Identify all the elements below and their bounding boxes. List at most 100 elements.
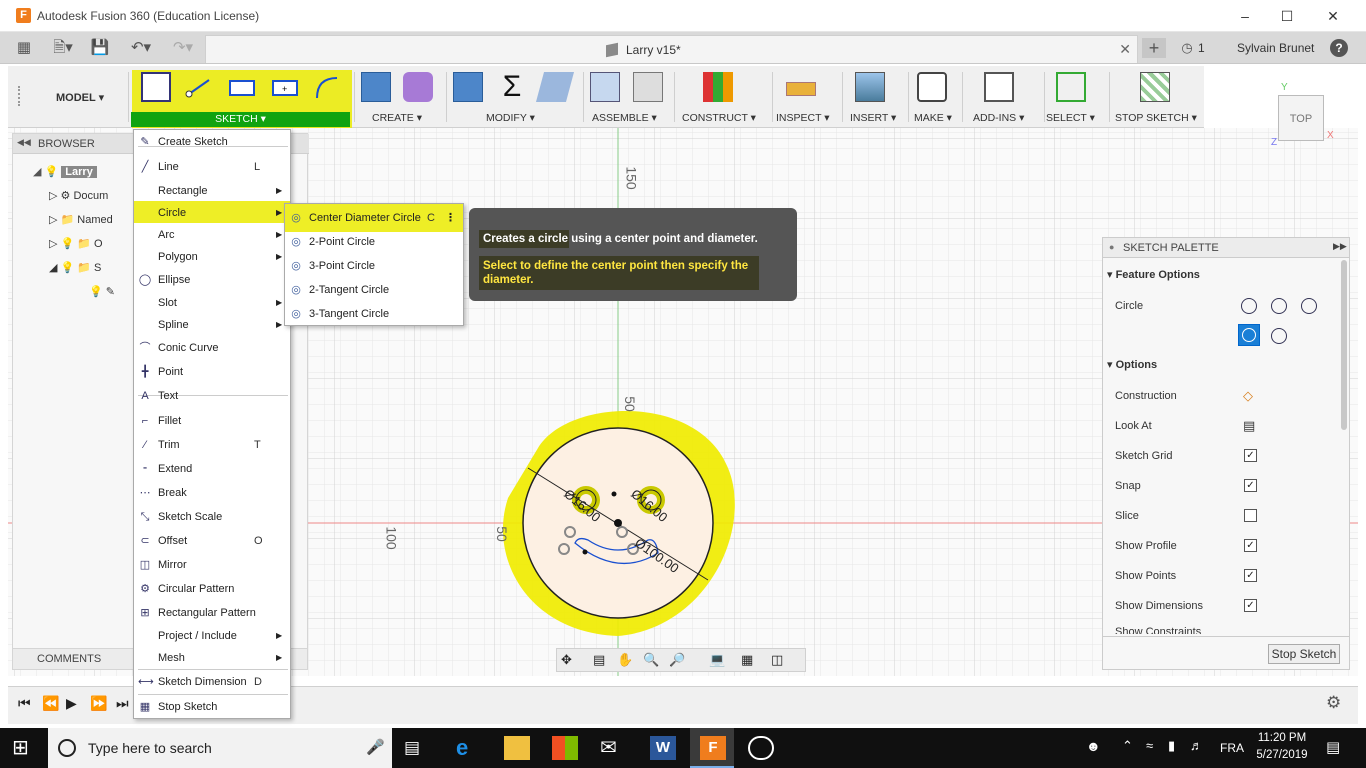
menu-item-mirror[interactable]: ◫ Mirror: [134, 553, 290, 577]
menu-item-sketch-dimension[interactable]: ⟷ Sketch Dimension D: [134, 670, 290, 694]
menu-item-slot[interactable]: Slot ▶: [134, 291, 290, 315]
construct-plane-icon[interactable]: [703, 72, 733, 102]
feature-options-heading[interactable]: ▾ Feature Options: [1107, 268, 1200, 281]
more-options-icon[interactable]: ⋮: [445, 206, 456, 230]
microphone-icon[interactable]: 🎤: [366, 728, 385, 768]
palette-expand-icon[interactable]: ▶▶: [1333, 241, 1347, 252]
menu-item-text[interactable]: A Text: [134, 384, 290, 408]
user-name[interactable]: Sylvain Brunet: [1237, 41, 1314, 55]
make-menu[interactable]: MAKE ▾: [914, 112, 952, 124]
menu-item-project-include[interactable]: Project / Include ▶: [134, 624, 290, 648]
palette-scrollbar[interactable]: [1341, 260, 1347, 430]
clock-time[interactable]: 11:20 PM: [1256, 732, 1308, 744]
scripts-addins-icon[interactable]: [984, 72, 1014, 102]
photos-app-icon[interactable]: [748, 736, 774, 760]
orbit-icon[interactable]: ✥: [561, 652, 572, 668]
line-tool-icon[interactable]: [185, 72, 215, 102]
browser-item[interactable]: ▷ ⚙ Docum: [49, 184, 139, 208]
look-at-icon[interactable]: ▤: [593, 652, 605, 668]
close-tab-icon[interactable]: ✕: [1119, 41, 1131, 58]
maximize-button[interactable]: ☐: [1272, 6, 1302, 26]
go-to-end-icon[interactable]: ⏭: [116, 695, 129, 712]
menu-item-fillet[interactable]: ⌐ Fillet: [134, 409, 290, 433]
show-hidden-icons-icon[interactable]: ⌃: [1122, 738, 1133, 754]
menu-item-arc[interactable]: Arc ▶: [134, 223, 290, 247]
browser-item[interactable]: ▷ 💡 📁 O: [49, 232, 139, 256]
taskbar-search[interactable]: Type here to search 🎤: [48, 728, 392, 768]
zoom-icon[interactable]: 🔍: [643, 652, 659, 668]
people-icon[interactable]: ☻: [1086, 738, 1101, 754]
modify-menu[interactable]: MODIFY ▾: [486, 112, 535, 124]
new-component-icon[interactable]: [590, 72, 620, 102]
menu-item-offset[interactable]: ⊂ Offset O: [134, 529, 290, 553]
options-heading[interactable]: ▾ Options: [1107, 358, 1157, 371]
show-dimensions-checkbox[interactable]: ✓: [1244, 599, 1257, 612]
extrude-icon[interactable]: [361, 72, 391, 102]
language-indicator[interactable]: FRA: [1220, 741, 1244, 755]
insert-image-icon[interactable]: [855, 72, 885, 102]
palette-collapse-icon[interactable]: ●: [1109, 242, 1114, 252]
sketch-menu-button[interactable]: SKETCH ▾: [131, 112, 350, 127]
joint-icon[interactable]: [633, 72, 663, 102]
submenu-item-3-point-circle[interactable]: ◎ 3-Point Circle: [285, 254, 461, 278]
new-tab-button[interactable]: +: [1142, 38, 1166, 58]
edge-browser-icon[interactable]: e: [456, 736, 482, 760]
slice-checkbox[interactable]: [1244, 509, 1257, 522]
submenu-item-3-tangent-circle[interactable]: ◎ 3-Tangent Circle: [285, 302, 461, 326]
menu-item-sketch-scale[interactable]: ⤡ Sketch Scale: [134, 505, 290, 529]
assemble-menu[interactable]: ASSEMBLE ▾: [592, 112, 657, 124]
circle-type-icon[interactable]: [1271, 328, 1287, 344]
apps-grid-icon[interactable]: ▦: [14, 38, 34, 58]
step-forward-icon[interactable]: ⏩: [90, 695, 107, 712]
3d-print-icon[interactable]: [917, 72, 947, 102]
stop-sketch-menu[interactable]: STOP SKETCH ▾: [1115, 112, 1197, 124]
viewports-icon[interactable]: ◫: [771, 652, 783, 668]
snap-checkbox[interactable]: ✓: [1244, 479, 1257, 492]
minimize-button[interactable]: –: [1230, 6, 1260, 26]
circle-type-icon[interactable]: [1271, 298, 1287, 314]
workspace-switcher[interactable]: MODEL ▾: [56, 91, 104, 104]
timeline-settings-gear-icon[interactable]: ⚙: [1326, 693, 1341, 713]
menu-item-polygon[interactable]: Polygon ▶: [134, 245, 290, 269]
menu-item-spline[interactable]: Spline ▶: [134, 313, 290, 337]
menu-item-rectangular-pattern[interactable]: ⊞ Rectangular Pattern: [134, 601, 290, 625]
form-icon[interactable]: [403, 72, 433, 102]
wifi-icon[interactable]: ≈: [1146, 738, 1153, 753]
menu-item-ellipse[interactable]: ◯ Ellipse: [134, 268, 290, 292]
job-status-icon[interactable]: ◷: [1180, 38, 1194, 58]
browser-item[interactable]: ▷ 📁 Named: [49, 208, 139, 232]
select-menu[interactable]: SELECT ▾: [1046, 112, 1095, 124]
menu-item-circular-pattern[interactable]: ⚙ Circular Pattern: [134, 577, 290, 601]
task-view-icon[interactable]: ▤: [404, 736, 430, 760]
measure-icon[interactable]: [786, 82, 816, 96]
browser-root-item[interactable]: ◢ 💡 Larry: [33, 160, 143, 184]
go-to-start-icon[interactable]: ⏮: [18, 695, 31, 712]
menu-item-rectangle[interactable]: Rectangle ▶: [134, 179, 290, 203]
step-back-icon[interactable]: ⏪: [42, 695, 59, 712]
center-diameter-selected-icon[interactable]: [1238, 324, 1260, 346]
menu-item-point[interactable]: ╋ Point: [134, 360, 290, 384]
view-cube[interactable]: TOP: [1278, 95, 1324, 141]
insert-menu[interactable]: INSERT ▾: [850, 112, 896, 124]
mail-icon[interactable]: ✉: [600, 736, 626, 760]
file-explorer-icon[interactable]: [504, 736, 530, 760]
sketch-grid-checkbox[interactable]: ✓: [1244, 449, 1257, 462]
show-points-checkbox[interactable]: ✓: [1244, 569, 1257, 582]
menu-item-extend[interactable]: ⁃ Extend: [134, 457, 290, 481]
file-menu-icon[interactable]: 🗎▾: [48, 38, 78, 58]
help-icon[interactable]: ?: [1330, 39, 1348, 57]
menu-item-stop-sketch[interactable]: ▦ Stop Sketch: [134, 695, 290, 719]
arc-tool-icon[interactable]: [313, 72, 343, 102]
menu-item-circle[interactable]: Circle ▶: [134, 201, 290, 225]
battery-icon[interactable]: ▮: [1168, 738, 1175, 754]
document-tab[interactable]: Larry v15* ✕: [205, 35, 1138, 63]
create-menu[interactable]: CREATE ▾: [372, 112, 422, 124]
action-center-icon[interactable]: ▤: [1326, 738, 1340, 756]
select-icon[interactable]: [1056, 72, 1086, 102]
menu-item-break[interactable]: ⋯ Break: [134, 481, 290, 505]
construction-icon[interactable]: ◇: [1243, 388, 1253, 404]
submenu-item-center-diameter-circle[interactable]: ◎ Center Diameter Circle C ⋮: [285, 206, 461, 230]
center-rectangle-icon[interactable]: +: [270, 72, 300, 102]
volume-icon[interactable]: ♬: [1190, 738, 1203, 753]
fit-icon[interactable]: 🔎: [669, 652, 685, 668]
